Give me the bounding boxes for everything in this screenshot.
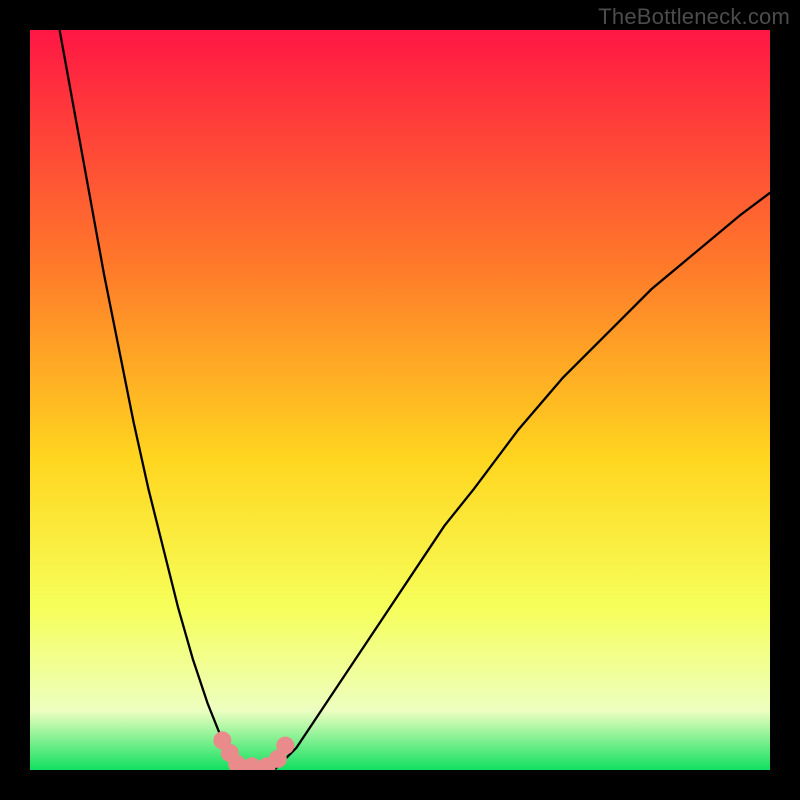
highlight-markers: [213, 731, 294, 770]
highlight-marker: [276, 737, 294, 755]
plot-area: [30, 30, 770, 770]
left-curve: [60, 30, 245, 770]
chart-frame: TheBottleneck.com: [0, 0, 800, 800]
right-curve: [274, 193, 770, 770]
watermark-text: TheBottleneck.com: [598, 4, 790, 30]
curve-layer: [30, 30, 770, 770]
